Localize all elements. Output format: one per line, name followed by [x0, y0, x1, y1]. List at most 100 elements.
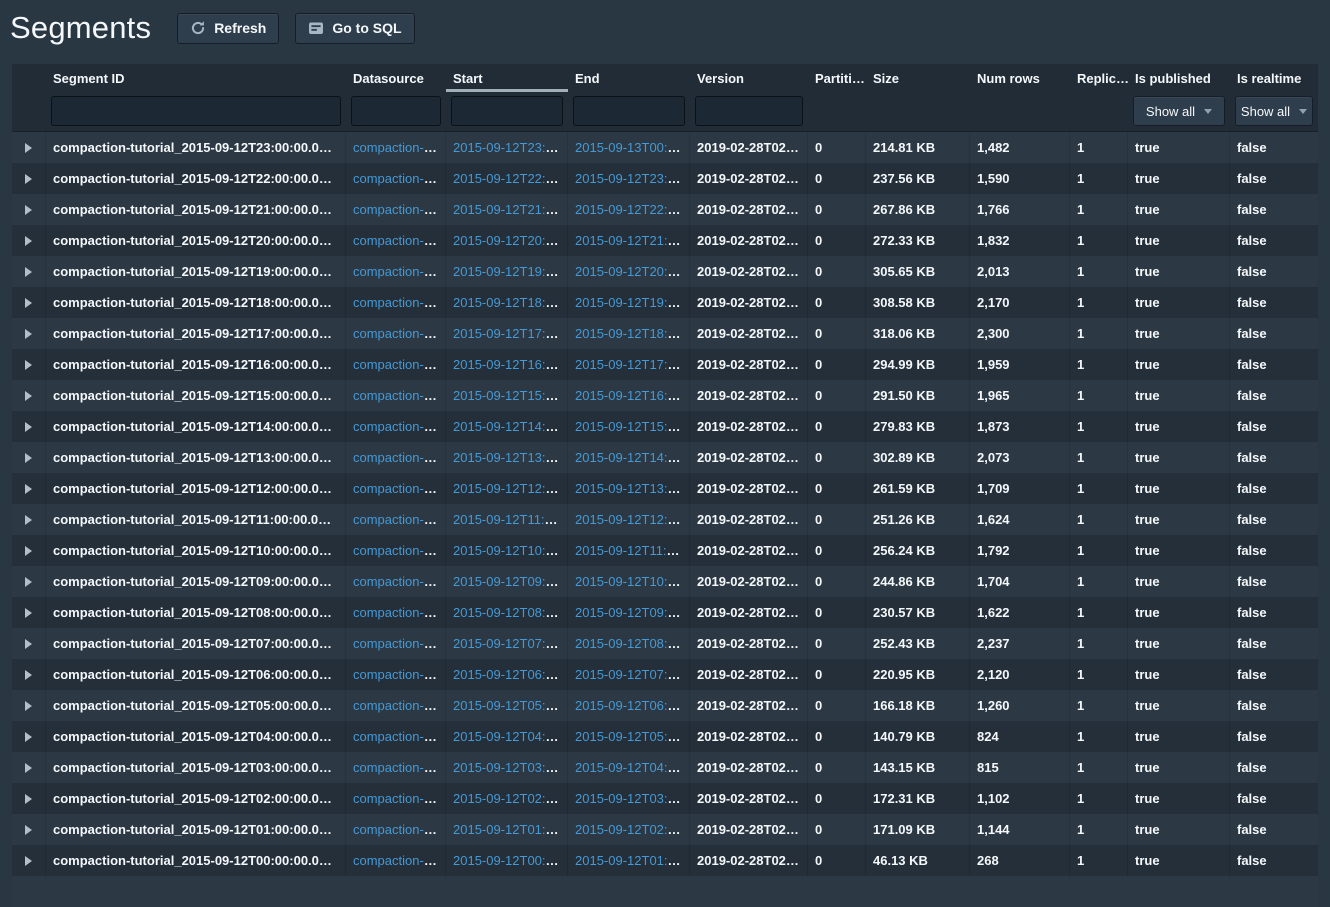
start-link[interactable]: 2015-09-12T21:00:00.000Z: [453, 202, 568, 217]
row-expander[interactable]: [12, 473, 46, 504]
filter-select-is_realtime[interactable]: Show all: [1235, 96, 1313, 126]
column-header-size[interactable]: Size: [866, 64, 970, 92]
column-header-start[interactable]: Start: [446, 64, 568, 92]
row-expander[interactable]: [12, 814, 46, 845]
datasource-link[interactable]: compaction-tutorial: [353, 326, 446, 341]
end-link[interactable]: 2015-09-12T22:00:00.000Z: [575, 202, 690, 217]
row-expander[interactable]: [12, 597, 46, 628]
row-expander[interactable]: [12, 659, 46, 690]
start-link[interactable]: 2015-09-12T00:00:00.000Z: [453, 853, 568, 868]
start-link[interactable]: 2015-09-12T17:00:00.000Z: [453, 326, 568, 341]
end-link[interactable]: 2015-09-12T01:00:00.000Z: [575, 853, 690, 868]
row-expander[interactable]: [12, 442, 46, 473]
end-link[interactable]: 2015-09-12T14:00:00.000Z: [575, 450, 690, 465]
end-link[interactable]: 2015-09-12T10:00:00.000Z: [575, 574, 690, 589]
datasource-link[interactable]: compaction-tutorial: [353, 202, 446, 217]
filter-input-end[interactable]: [573, 96, 685, 126]
start-link[interactable]: 2015-09-12T16:00:00.000Z: [453, 357, 568, 372]
start-link[interactable]: 2015-09-12T12:00:00.000Z: [453, 481, 568, 496]
end-link[interactable]: 2015-09-12T18:00:00.000Z: [575, 326, 690, 341]
start-link[interactable]: 2015-09-12T23:00:00.000Z: [453, 140, 568, 155]
datasource-link[interactable]: compaction-tutorial: [353, 233, 446, 248]
end-link[interactable]: 2015-09-12T03:00:00.000Z: [575, 791, 690, 806]
start-link[interactable]: 2015-09-12T04:00:00.000Z: [453, 729, 568, 744]
end-link[interactable]: 2015-09-12T21:00:00.000Z: [575, 233, 690, 248]
datasource-link[interactable]: compaction-tutorial: [353, 729, 446, 744]
start-link[interactable]: 2015-09-12T08:00:00.000Z: [453, 605, 568, 620]
column-header-num_rows[interactable]: Num rows: [970, 64, 1070, 92]
datasource-link[interactable]: compaction-tutorial: [353, 853, 446, 868]
datasource-link[interactable]: compaction-tutorial: [353, 419, 446, 434]
row-expander[interactable]: [12, 535, 46, 566]
start-link[interactable]: 2015-09-12T03:00:00.000Z: [453, 760, 568, 775]
datasource-link[interactable]: compaction-tutorial: [353, 450, 446, 465]
filter-input-segment_id[interactable]: [51, 96, 341, 126]
row-expander[interactable]: [12, 318, 46, 349]
row-expander[interactable]: [12, 845, 46, 876]
row-expander[interactable]: [12, 690, 46, 721]
row-expander[interactable]: [12, 380, 46, 411]
row-expander[interactable]: [12, 628, 46, 659]
datasource-link[interactable]: compaction-tutorial: [353, 543, 446, 558]
datasource-link[interactable]: compaction-tutorial: [353, 667, 446, 682]
column-header-version[interactable]: Version: [690, 64, 808, 92]
start-link[interactable]: 2015-09-12T15:00:00.000Z: [453, 388, 568, 403]
row-expander[interactable]: [12, 225, 46, 256]
end-link[interactable]: 2015-09-12T07:00:00.000Z: [575, 667, 690, 682]
filter-input-datasource[interactable]: [351, 96, 441, 126]
end-link[interactable]: 2015-09-12T05:00:00.000Z: [575, 729, 690, 744]
column-header-datasource[interactable]: Datasource: [346, 64, 446, 92]
row-expander[interactable]: [12, 349, 46, 380]
end-link[interactable]: 2015-09-12T16:00:00.000Z: [575, 388, 690, 403]
start-link[interactable]: 2015-09-12T09:00:00.000Z: [453, 574, 568, 589]
datasource-link[interactable]: compaction-tutorial: [353, 791, 446, 806]
datasource-link[interactable]: compaction-tutorial: [353, 171, 446, 186]
end-link[interactable]: 2015-09-13T00:00:00.000Z: [575, 140, 690, 155]
datasource-link[interactable]: compaction-tutorial: [353, 822, 446, 837]
datasource-link[interactable]: compaction-tutorial: [353, 264, 446, 279]
filter-input-version[interactable]: [695, 96, 803, 126]
row-expander[interactable]: [12, 721, 46, 752]
end-link[interactable]: 2015-09-12T02:00:00.000Z: [575, 822, 690, 837]
datasource-link[interactable]: compaction-tutorial: [353, 605, 446, 620]
row-expander[interactable]: [12, 132, 46, 163]
start-link[interactable]: 2015-09-12T13:00:00.000Z: [453, 450, 568, 465]
row-expander[interactable]: [12, 504, 46, 535]
column-header-replicas[interactable]: Replic…: [1070, 64, 1128, 92]
datasource-link[interactable]: compaction-tutorial: [353, 481, 446, 496]
datasource-link[interactable]: compaction-tutorial: [353, 295, 446, 310]
start-link[interactable]: 2015-09-12T01:00:00.000Z: [453, 822, 568, 837]
end-link[interactable]: 2015-09-12T08:00:00.000Z: [575, 636, 690, 651]
datasource-link[interactable]: compaction-tutorial: [353, 140, 446, 155]
filter-select-is_published[interactable]: Show all: [1133, 96, 1225, 126]
datasource-link[interactable]: compaction-tutorial: [353, 636, 446, 651]
start-link[interactable]: 2015-09-12T20:00:00.000Z: [453, 233, 568, 248]
datasource-link[interactable]: compaction-tutorial: [353, 698, 446, 713]
column-header-segment_id[interactable]: Segment ID: [46, 64, 346, 92]
datasource-link[interactable]: compaction-tutorial: [353, 512, 446, 527]
goto-sql-button[interactable]: Go to SQL: [295, 13, 414, 44]
row-expander[interactable]: [12, 783, 46, 814]
end-link[interactable]: 2015-09-12T19:00:00.000Z: [575, 295, 690, 310]
end-link[interactable]: 2015-09-12T13:00:00.000Z: [575, 481, 690, 496]
row-expander[interactable]: [12, 411, 46, 442]
start-link[interactable]: 2015-09-12T11:00:00.000Z: [453, 512, 568, 527]
start-link[interactable]: 2015-09-12T07:00:00.000Z: [453, 636, 568, 651]
row-expander[interactable]: [12, 256, 46, 287]
start-link[interactable]: 2015-09-12T05:00:00.000Z: [453, 698, 568, 713]
column-header-partition[interactable]: Partiti…: [808, 64, 866, 92]
start-link[interactable]: 2015-09-12T18:00:00.000Z: [453, 295, 568, 310]
filter-input-start[interactable]: [451, 96, 563, 126]
end-link[interactable]: 2015-09-12T23:00:00.000Z: [575, 171, 690, 186]
start-link[interactable]: 2015-09-12T06:00:00.000Z: [453, 667, 568, 682]
row-expander[interactable]: [12, 163, 46, 194]
end-link[interactable]: 2015-09-12T20:00:00.000Z: [575, 264, 690, 279]
start-link[interactable]: 2015-09-12T02:00:00.000Z: [453, 791, 568, 806]
start-link[interactable]: 2015-09-12T22:00:00.000Z: [453, 171, 568, 186]
row-expander[interactable]: [12, 287, 46, 318]
datasource-link[interactable]: compaction-tutorial: [353, 760, 446, 775]
row-expander[interactable]: [12, 194, 46, 225]
datasource-link[interactable]: compaction-tutorial: [353, 388, 446, 403]
end-link[interactable]: 2015-09-12T15:00:00.000Z: [575, 419, 690, 434]
row-expander[interactable]: [12, 752, 46, 783]
